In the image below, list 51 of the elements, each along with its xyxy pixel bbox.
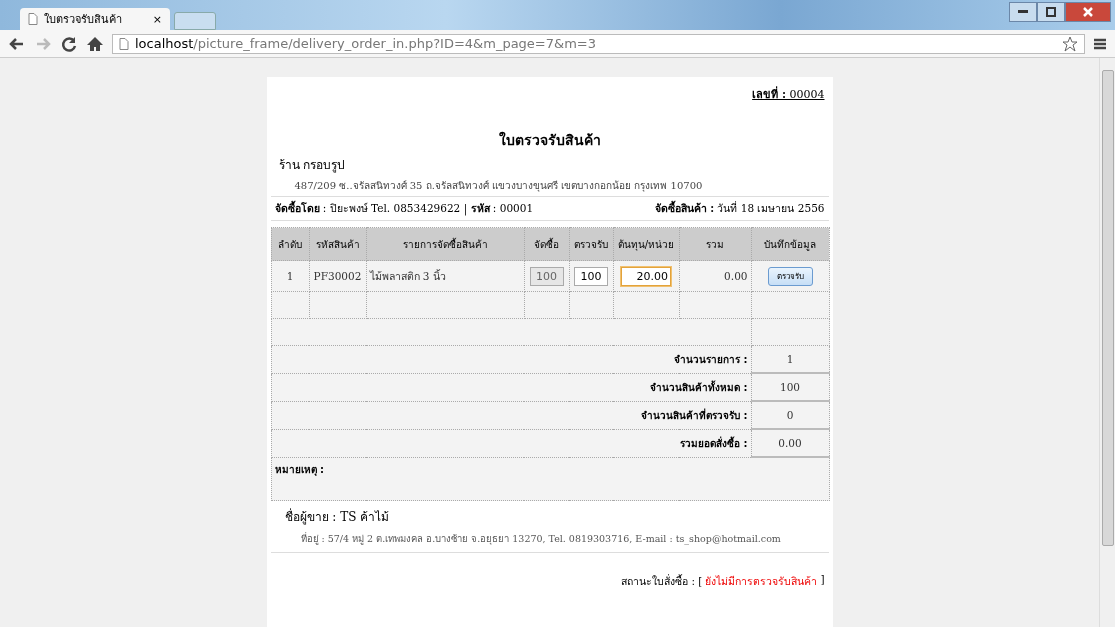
purchase-date: จัดซื้อสินค้า : วันที่ 18 เมษายน 2556: [654, 200, 825, 216]
receive-button[interactable]: ตรวจรับ: [767, 266, 813, 286]
column-header: ต้นทุน/หน่วย: [613, 227, 679, 261]
note-label: หมายเหตุ :: [274, 464, 324, 475]
restore-button[interactable]: [1037, 2, 1065, 22]
summary-label: รวมยอดสั่งซื้อ :: [680, 437, 748, 449]
summary-value: 0: [751, 401, 829, 429]
column-header: รวม: [679, 227, 751, 261]
address-bar[interactable]: localhost/picture_frame/delivery_order_in.php?ID=4&m_page=7&m=3: [112, 33, 1085, 54]
browser-tab[interactable]: ใบตรวจรับสินค้า ×: [20, 8, 170, 30]
table-cell: 1: [271, 260, 309, 292]
received-quantity-field[interactable]: 100: [574, 266, 608, 286]
status-bracket: ]: [820, 573, 825, 587]
minimize-icon: [1018, 10, 1028, 14]
status-value: ยังไม่มีการตรวจรับสินค้า: [705, 574, 818, 589]
close-icon: [1083, 7, 1093, 17]
column-header: ลำดับ: [271, 227, 309, 261]
seller-name: ชื่อผู้ขาย : TS ค้าไม้: [284, 507, 391, 526]
column-header: รหัสสินค้า: [309, 227, 366, 261]
scrollbar[interactable]: [1099, 58, 1115, 627]
document-number: เลขที่ : 00004: [751, 85, 826, 103]
summary-value: 100: [751, 373, 829, 401]
restore-icon: [1046, 7, 1056, 17]
status-label: สถานะใบสั่งซื้อ : [: [621, 573, 703, 589]
summary-value: 1: [751, 345, 829, 373]
minimize-button[interactable]: [1009, 2, 1037, 22]
shop-name: ร้าน กรอบรูป: [278, 157, 347, 174]
shop-address: 487/209 ซ..จรัลสนิทวงศ์ 35 ถ.จรัลสนิทวงศ์ แขวงบางขุนศรี เขตบางกอกน้อย กรุงเทพ 10700: [294, 179, 704, 193]
summary-label: จำนวนรายการ :: [674, 353, 748, 365]
unit-cost-field[interactable]: 20.00: [621, 266, 671, 286]
buyer-info: จัดซื้อโดย : ปิยะพงษ์ Tel. 0853429622 | รหัส : 00001: [274, 200, 534, 217]
page-icon: [119, 37, 129, 50]
page-icon: [28, 13, 38, 25]
table-cell: PF30002: [309, 260, 366, 292]
close-button[interactable]: [1065, 2, 1111, 22]
column-header: บันทึกข้อมูล: [751, 227, 829, 261]
document-title: ใบตรวจรับสินค้า: [497, 130, 602, 150]
close-tab-button[interactable]: ×: [152, 12, 162, 26]
table-cell: 0.00: [679, 260, 751, 292]
summary-value: 0.00: [751, 429, 829, 457]
table-cell: ไม้พลาสติก 3 นิ้ว: [366, 260, 524, 292]
home-icon[interactable]: [86, 34, 104, 53]
reload-icon[interactable]: [60, 34, 78, 53]
summary-label: จำนวนสินค้าที่ตรวจรับ :: [641, 409, 748, 421]
column-header: รายการจัดซื้อสินค้า: [366, 227, 524, 261]
star-icon[interactable]: [1062, 35, 1078, 52]
menu-icon[interactable]: [1093, 37, 1107, 50]
summary-label: จำนวนสินค้าทั้งหมด :: [650, 381, 748, 393]
column-header: จัดซื้อ: [524, 227, 569, 261]
seller-address: ที่อยู่ : 57/4 หมู่ 2 ต.เทพมงคล อ.บางซ้าย จ.อยุธยา 13270, Tel. 0819303716, E-mail : ts_shop@hotmail.com: [300, 531, 782, 546]
column-header: ตรวจรับ: [569, 227, 613, 261]
